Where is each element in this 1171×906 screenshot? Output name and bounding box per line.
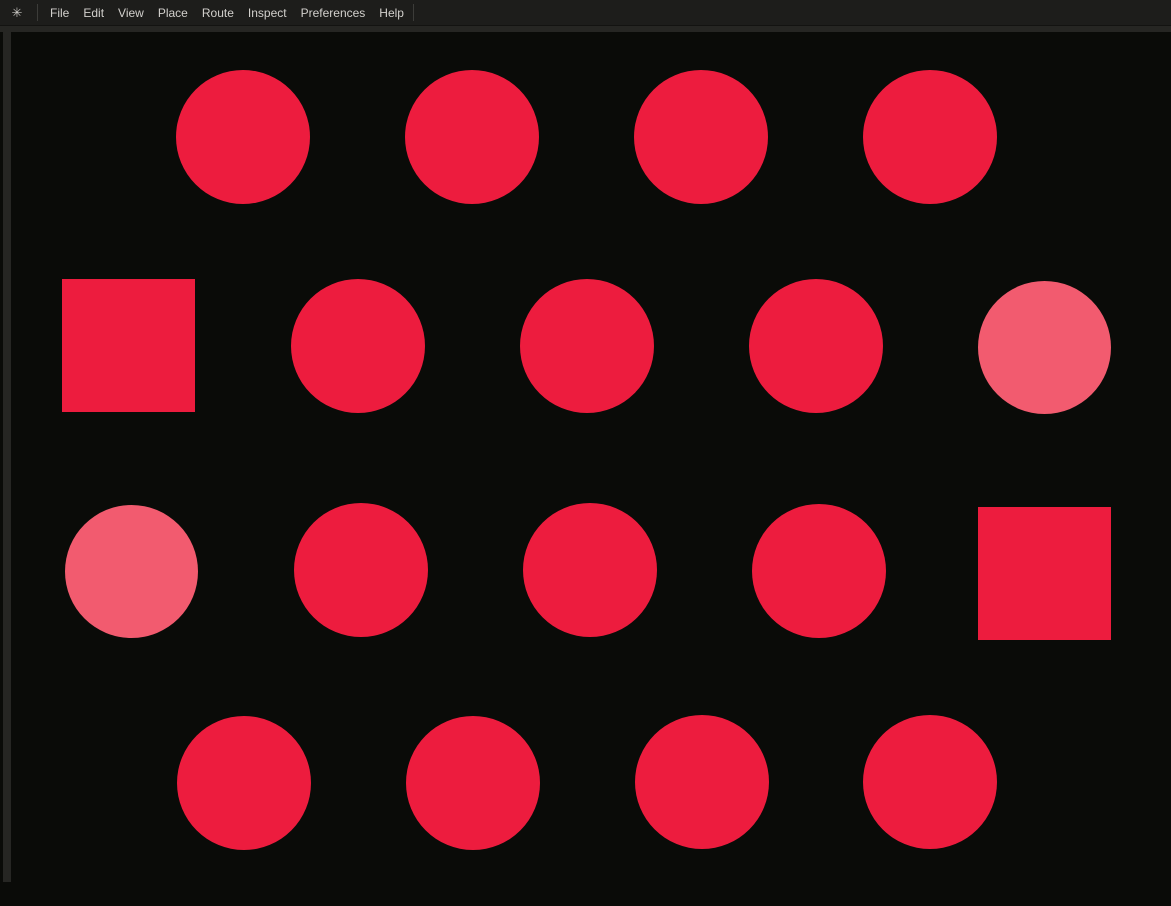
pad-square-r2c1[interactable] (62, 279, 195, 412)
menu-item-preferences[interactable]: Preferences (294, 0, 373, 25)
menu-item-file[interactable]: File (43, 0, 76, 25)
menubar-separator-right (413, 4, 414, 21)
pad-square-r3c5[interactable] (978, 507, 1111, 640)
menu-item-edit[interactable]: Edit (76, 0, 111, 25)
pad-circle-r4c4[interactable] (635, 715, 769, 849)
pad-circle-r1c5[interactable] (863, 70, 997, 204)
pad-circle-r2c2[interactable] (291, 279, 425, 413)
pad-layer (0, 0, 1171, 906)
menu-item-inspect[interactable]: Inspect (241, 0, 294, 25)
pad-circle-r1c2[interactable] (176, 70, 310, 204)
pad-circle-r4c5[interactable] (863, 715, 997, 849)
pad-circle-r1c4[interactable] (634, 70, 768, 204)
menubar-underline (0, 25, 1171, 26)
pad-circle-r4c2[interactable] (177, 716, 311, 850)
pad-circle-r3c2[interactable] (294, 503, 428, 637)
pad-circle-r1c3[interactable] (405, 70, 539, 204)
pad-circle-r2c4[interactable] (749, 279, 883, 413)
menu-item-help[interactable]: Help (372, 0, 411, 25)
pad-circle-r2c3[interactable] (520, 279, 654, 413)
menu-item-route[interactable]: Route (195, 0, 241, 25)
app-window-icon: ✳ (10, 6, 24, 20)
pad-circle-r3c4[interactable] (752, 504, 886, 638)
menubar-separator-left (37, 4, 38, 21)
menu-item-list: FileEditViewPlaceRouteInspectPreferences… (43, 0, 411, 25)
pad-circle-r4c3[interactable] (406, 716, 540, 850)
pad-circle-r3c1-highlighted[interactable] (65, 505, 198, 638)
pad-circle-r2c5-highlighted[interactable] (978, 281, 1111, 414)
pad-circle-r3c3[interactable] (523, 503, 657, 637)
menu-item-view[interactable]: View (111, 0, 151, 25)
menu-bar: ✳ FileEditViewPlaceRouteInspectPreferenc… (0, 0, 1171, 25)
menu-item-place[interactable]: Place (151, 0, 195, 25)
